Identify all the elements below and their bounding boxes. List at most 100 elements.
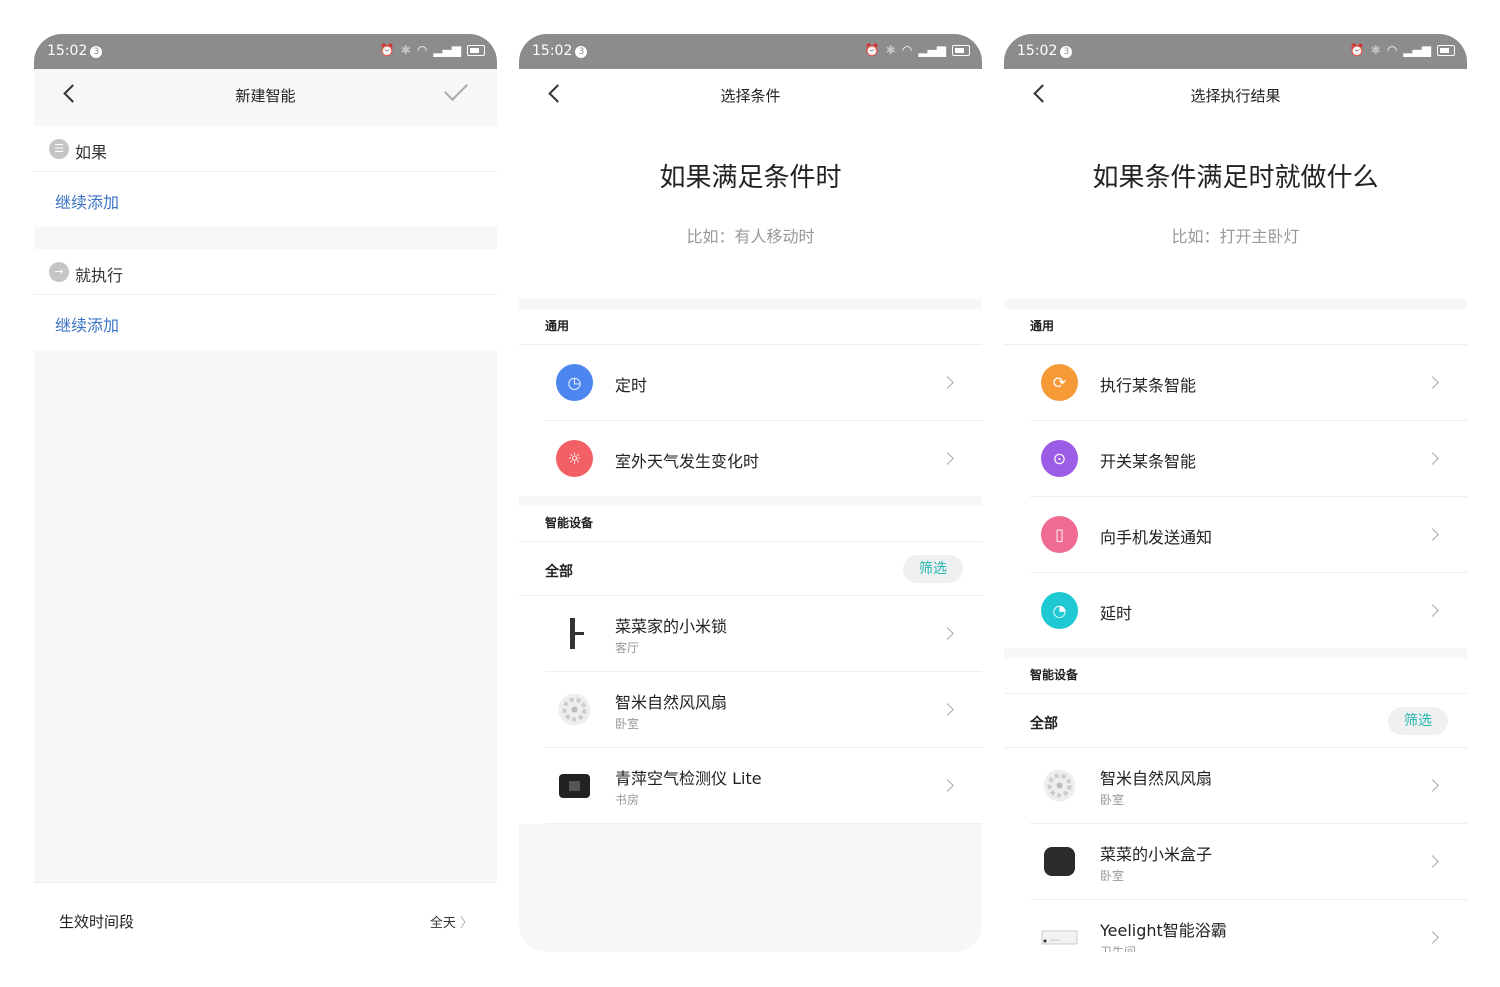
chevron-right-icon: [941, 627, 954, 640]
status-icons: ⏰ ✱ ◠ ▂▄▆: [1350, 43, 1455, 57]
effective-period-row[interactable]: 生效时间段 全天 〉: [34, 882, 497, 952]
status-bar: 15:02 3 ⏰ ✱ ◠ ▂▄▆: [1004, 34, 1467, 69]
signal-icon: ▂▄▆: [433, 43, 461, 57]
wifi-icon: ◠: [416, 43, 428, 57]
action-delay-item[interactable]: ◔ 延时: [1030, 573, 1467, 648]
hero: 如果条件满足时就做什么 比如：打开主卧灯: [1004, 119, 1467, 299]
hero-heading: 如果满足条件时: [659, 163, 842, 193]
notification-badge: 3: [1060, 46, 1073, 58]
general-group: 通用 ◷ 定时 ☼ 室外天气发生变化时: [519, 309, 982, 496]
status-bar: 15:02 3 ⏰ ✱ ◠ ▂▄▆: [34, 34, 497, 69]
filter-button[interactable]: 筛选: [1388, 707, 1448, 735]
device-item[interactable]: 青萍空气检测仪 Lite 书房: [545, 748, 982, 824]
action-notify-phone-item[interactable]: ▯ 向手机发送通知: [1030, 497, 1467, 573]
action-label: 开关某条智能: [1100, 452, 1197, 471]
hero-hint: 比如：有人移动时: [686, 227, 815, 246]
device-item[interactable]: 智米自然风风扇 卧室: [1030, 748, 1467, 824]
tv-box-icon: [1044, 847, 1075, 876]
battery-icon: [467, 44, 485, 56]
hero-hint: 比如：打开主卧灯: [1171, 227, 1300, 246]
if-section: ☰ 如果 继续添加: [34, 126, 497, 227]
if-add-more-link[interactable]: 继续添加: [34, 172, 497, 227]
weather-icon: ☼: [556, 440, 593, 477]
bluetooth-icon: ✱: [885, 43, 896, 57]
filter-button[interactable]: 筛选: [903, 555, 963, 583]
bluetooth-icon: ✱: [400, 43, 411, 57]
chevron-right-icon: [1426, 528, 1439, 541]
devices-group-label: 智能设备: [1004, 658, 1467, 694]
wifi-icon: ◠: [901, 43, 913, 57]
screen-choose-condition: 15:02 3 ⏰ ✱ ◠ ▂▄▆ 选择条件 如果满足条件时 比如：有人移动时 通…: [519, 34, 982, 952]
action-run-scene-item[interactable]: ⟳ 执行某条智能: [1030, 345, 1467, 421]
status-time: 15:02 3: [1017, 43, 1073, 59]
run-scene-icon: ⟳: [1041, 364, 1078, 401]
device-item[interactable]: 智米自然风风扇 卧室: [545, 672, 982, 748]
device-name: 青萍空气检测仪 Lite: [615, 769, 762, 788]
list-icon: ☰: [49, 139, 69, 159]
hero: 如果满足条件时 比如：有人移动时: [519, 119, 982, 299]
device-room: 书房: [615, 793, 640, 807]
then-label: 就执行: [75, 266, 124, 285]
screen-new-automation: 15:02 3 ⏰ ✱ ◠ ▂▄▆ 新建智能 ☰ 如果 继续添加 → 就执行 继续…: [34, 34, 497, 952]
battery-icon: [952, 44, 970, 56]
status-bar: 15:02 3 ⏰ ✱ ◠ ▂▄▆: [519, 34, 982, 69]
chevron-right-icon: [941, 703, 954, 716]
general-group-label: 通用: [519, 309, 982, 345]
devices-filter-row: 全部 筛选: [519, 542, 982, 596]
chevron-right-icon: [941, 779, 954, 792]
device-item[interactable]: Yeelight智能浴霸 卫生间: [1030, 900, 1467, 952]
device-room: 卫生间: [1100, 945, 1137, 952]
notification-badge: 3: [575, 46, 588, 58]
door-lock-icon: [570, 618, 584, 649]
condition-weather-item[interactable]: ☼ 室外天气发生变化时: [545, 421, 982, 496]
nav-bar: 选择执行结果: [1004, 69, 1467, 119]
chevron-right-icon: [1426, 855, 1439, 868]
action-label: 向手机发送通知: [1100, 528, 1213, 547]
status-time: 15:02 3: [47, 43, 103, 59]
page-title: 新建智能: [235, 87, 296, 105]
status-icons: ⏰ ✱ ◠ ▂▄▆: [380, 43, 485, 57]
condition-label: 室外天气发生变化时: [615, 452, 760, 471]
status-time: 15:02 3: [532, 43, 588, 59]
effective-period-label: 生效时间段: [59, 913, 135, 931]
then-add-more-link[interactable]: 继续添加: [34, 295, 497, 350]
screen-choose-action: 15:02 3 ⏰ ✱ ◠ ▂▄▆ 选择执行结果 如果条件满足时就做什么 比如：打…: [1004, 34, 1467, 952]
condition-timer-item[interactable]: ◷ 定时: [545, 345, 982, 421]
chevron-right-icon: [1426, 931, 1439, 944]
nav-bar: 选择条件: [519, 69, 982, 119]
if-label: 如果: [75, 143, 108, 162]
devices-group: 智能设备 全部 筛选 菜菜家的小米锁 客厅 智米自然风风扇 卧室 青萍空气检测仪…: [519, 506, 982, 824]
if-add-more-label: 继续添加: [55, 193, 120, 212]
phone-notify-icon: ▯: [1041, 516, 1078, 553]
page-title: 选择执行结果: [1190, 87, 1281, 105]
devices-group: 智能设备 全部 筛选 智米自然风风扇 卧室 菜菜的小米盒子 卧室 Yeeligh…: [1004, 658, 1467, 952]
bluetooth-icon: ✱: [1370, 43, 1381, 57]
general-group: 通用 ⟳ 执行某条智能 ⊙ 开关某条智能 ▯ 向手机发送通知 ◔ 延时: [1004, 309, 1467, 648]
hero-heading: 如果条件满足时就做什么: [1092, 163, 1379, 193]
chevron-right-icon: [1426, 779, 1439, 792]
toggle-scene-icon: ⊙: [1041, 440, 1078, 477]
device-item[interactable]: 菜菜的小米盒子 卧室: [1030, 824, 1467, 900]
alarm-icon: ⏰: [1349, 43, 1365, 57]
general-group-label: 通用: [1004, 309, 1467, 345]
alarm-icon: ⏰: [379, 43, 395, 57]
chevron-right-icon: [1426, 604, 1439, 617]
if-header: ☰ 如果: [34, 126, 497, 172]
device-name: 智米自然风风扇: [1100, 769, 1213, 788]
device-item[interactable]: 菜菜家的小米锁 客厅: [545, 596, 982, 672]
all-devices-label: 全部: [545, 564, 573, 580]
bath-heater-icon: [1041, 930, 1078, 945]
action-toggle-scene-item[interactable]: ⊙ 开关某条智能: [1030, 421, 1467, 497]
air-monitor-icon: [559, 774, 590, 798]
chevron-right-icon: [941, 452, 954, 465]
then-header: → 就执行: [34, 249, 497, 295]
device-room: 客厅: [615, 641, 640, 655]
action-label: 延时: [1100, 604, 1133, 623]
alarm-icon: ⏰: [864, 43, 880, 57]
fan-icon: [558, 693, 591, 726]
chevron-right-icon: [1426, 376, 1439, 389]
device-name: 菜菜家的小米锁: [615, 617, 728, 636]
all-devices-label: 全部: [1030, 716, 1058, 732]
devices-group-label: 智能设备: [519, 506, 982, 542]
device-name: 菜菜的小米盒子: [1100, 845, 1213, 864]
